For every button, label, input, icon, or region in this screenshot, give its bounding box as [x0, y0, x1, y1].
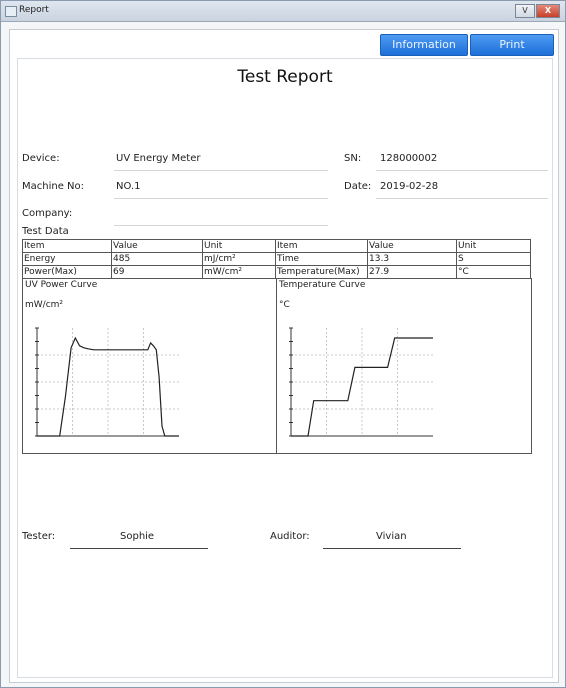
close-button[interactable]: X	[536, 4, 560, 18]
temp-chart-unit: °C	[279, 300, 290, 310]
sn-label: SN:	[344, 153, 362, 164]
uv-power-chart	[35, 327, 179, 437]
report-title: Test Report	[237, 67, 333, 87]
table-cell: Item	[22, 239, 112, 253]
uv-chart-title: UV Power Curve	[25, 280, 98, 290]
test-data-table: Item Value Unit Item Value Unit Energy 4…	[22, 239, 531, 279]
chart-divider	[276, 278, 277, 453]
date-underline	[376, 198, 548, 199]
tester-signature-line	[70, 548, 208, 549]
information-button[interactable]: Information	[380, 34, 468, 56]
table-cell: Energy	[22, 252, 112, 266]
title-bar: Report V X	[1, 1, 565, 22]
table-cell: mW/cm²	[202, 265, 276, 279]
table-row: Power(Max) 69 mW/cm² Temperature(Max) 27…	[22, 265, 531, 279]
report-window: Report V X Information Print Test Report…	[0, 0, 566, 688]
table-cell: °C	[456, 265, 531, 279]
uv-chart-unit: mW/cm²	[25, 300, 64, 310]
company-underline	[114, 225, 328, 226]
machine-underline	[114, 198, 328, 199]
company-label: Company:	[22, 208, 73, 219]
date-label: Date:	[344, 181, 372, 192]
table-cell: Temperature(Max)	[275, 265, 368, 279]
auditor-label: Auditor:	[270, 531, 310, 542]
date-value: 2019-02-28	[380, 181, 439, 192]
machine-value: NO.1	[116, 181, 141, 192]
minimize-button[interactable]: V	[515, 4, 535, 18]
table-cell: Power(Max)	[22, 265, 112, 279]
device-value: UV Energy Meter	[116, 153, 201, 164]
table-cell: 69	[111, 265, 203, 279]
table-cell: 27.9	[367, 265, 457, 279]
table-cell: Item	[275, 239, 368, 253]
charts-panel: UV Power Curve mW/cm² Temperature Curve …	[22, 278, 532, 454]
table-cell: Unit	[202, 239, 276, 253]
report-page: Test Report Device: UV Energy Meter SN: …	[17, 58, 553, 678]
device-underline	[114, 170, 328, 171]
temp-chart-title: Temperature Curve	[279, 280, 366, 290]
machine-label: Machine No:	[22, 181, 85, 192]
test-data-title: Test Data	[22, 226, 69, 237]
table-cell: 485	[111, 252, 203, 266]
sn-value: 128000002	[380, 153, 438, 164]
table-cell: Unit	[456, 239, 531, 253]
table-header-row: Item Value Unit Item Value Unit	[22, 239, 531, 253]
table-cell: Value	[111, 239, 203, 253]
table-cell: Time	[275, 252, 368, 266]
app-icon	[5, 6, 17, 17]
tester-value: Sophie	[120, 531, 155, 542]
table-cell: S	[456, 252, 531, 266]
table-row: Energy 485 mJ/cm² Time 13.3 S	[22, 252, 531, 266]
device-label: Device:	[22, 153, 60, 164]
report-area: Information Print Test Report Device: UV…	[9, 29, 559, 683]
temperature-chart	[289, 327, 433, 437]
print-button[interactable]: Print	[470, 34, 554, 56]
auditor-signature-line	[323, 548, 461, 549]
window-title: Report	[19, 5, 49, 15]
sn-underline	[376, 170, 548, 171]
tester-label: Tester:	[22, 531, 56, 542]
table-cell: mJ/cm²	[202, 252, 276, 266]
table-cell: 13.3	[367, 252, 457, 266]
table-cell: Value	[367, 239, 457, 253]
auditor-value: Vivian	[376, 531, 407, 542]
